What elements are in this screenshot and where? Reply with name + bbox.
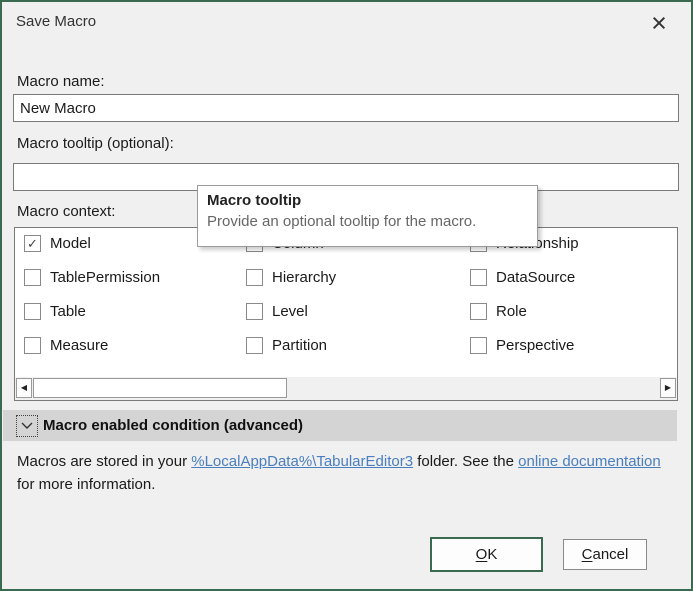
context-option-hierarchy[interactable]: Hierarchy bbox=[246, 269, 336, 286]
scrollbar-thumb[interactable] bbox=[33, 378, 287, 398]
ok-button[interactable]: OK bbox=[430, 537, 543, 572]
context-column-1: ✓ Model TablePermission Table Measure bbox=[24, 235, 160, 371]
expander-toggle-button[interactable] bbox=[16, 415, 38, 437]
chevron-down-icon bbox=[21, 422, 33, 429]
tooltip-popup-title: Macro tooltip bbox=[207, 192, 527, 209]
checkbox-unchecked[interactable] bbox=[246, 337, 263, 354]
close-icon: × bbox=[651, 10, 667, 37]
context-option-datasource[interactable]: DataSource bbox=[470, 269, 579, 286]
checkbox-label: DataSource bbox=[496, 269, 575, 286]
storage-note: Macros are stored in your %LocalAppData%… bbox=[17, 450, 673, 496]
close-button[interactable]: × bbox=[638, 5, 680, 41]
storage-note-text: for more information. bbox=[17, 476, 155, 493]
scroll-left-icon: ◀ bbox=[21, 384, 27, 392]
checkbox-unchecked[interactable] bbox=[470, 269, 487, 286]
checkbox-label: Role bbox=[496, 303, 527, 320]
macro-context-label: Macro context: bbox=[17, 203, 115, 220]
context-column-3: RelationshipDataSourceRolePerspective bbox=[470, 235, 579, 371]
macro-name-input[interactable] bbox=[13, 94, 679, 122]
macro-tooltip-label: Macro tooltip (optional): bbox=[17, 135, 174, 152]
context-column-2: ColumnHierarchyLevelPartition bbox=[246, 235, 336, 371]
macro-name-label: Macro name: bbox=[17, 73, 105, 90]
scroll-left-button[interactable]: ◀ bbox=[16, 378, 32, 398]
checkbox-unchecked[interactable] bbox=[246, 303, 263, 320]
context-option-perspective[interactable]: Perspective bbox=[470, 337, 579, 354]
online-documentation-link[interactable]: online documentation bbox=[518, 453, 661, 470]
checkbox-unchecked[interactable] bbox=[470, 337, 487, 354]
context-option-model[interactable]: ✓ Model bbox=[24, 235, 160, 252]
horizontal-scrollbar[interactable]: ◀ ▶ bbox=[15, 377, 677, 400]
advanced-condition-expander[interactable]: Macro enabled condition (advanced) bbox=[3, 410, 677, 441]
checkbox-label: Hierarchy bbox=[272, 269, 336, 286]
context-option-role[interactable]: Role bbox=[470, 303, 579, 320]
localappdata-link[interactable]: %LocalAppData%\TabularEditor3 bbox=[191, 453, 413, 470]
context-option-level[interactable]: Level bbox=[246, 303, 336, 320]
save-macro-dialog: Save Macro × Macro name: Macro tooltip (… bbox=[0, 0, 693, 591]
expander-label: Macro enabled condition (advanced) bbox=[43, 417, 303, 434]
context-option-measure[interactable]: Measure bbox=[24, 337, 160, 354]
checkbox-label: Perspective bbox=[496, 337, 574, 354]
checkbox-unchecked[interactable] bbox=[246, 269, 263, 286]
context-option-tablepermission[interactable]: TablePermission bbox=[24, 269, 160, 286]
checkbox-label: Table bbox=[50, 303, 86, 320]
checkbox-unchecked[interactable] bbox=[470, 303, 487, 320]
checkbox-unchecked[interactable] bbox=[24, 269, 41, 286]
macro-tooltip-popup: Macro tooltip Provide an optional toolti… bbox=[197, 185, 538, 247]
checkbox-label: TablePermission bbox=[50, 269, 160, 286]
checkbox-label: Measure bbox=[50, 337, 108, 354]
macro-context-listbox: ✓ModelTablePermissionTableMeasureColumnH… bbox=[14, 227, 678, 401]
checkbox-label: Partition bbox=[272, 337, 327, 354]
checkbox-checked-icon[interactable]: ✓ bbox=[24, 235, 41, 252]
context-option-table[interactable]: Table bbox=[24, 303, 160, 320]
checkbox-unchecked[interactable] bbox=[24, 337, 41, 354]
checkbox-label: Model bbox=[50, 235, 91, 252]
tooltip-popup-body: Provide an optional tooltip for the macr… bbox=[207, 213, 527, 230]
checkbox-unchecked[interactable] bbox=[24, 303, 41, 320]
dialog-title: Save Macro bbox=[16, 13, 96, 30]
storage-note-text: folder. See the bbox=[413, 453, 518, 470]
cancel-button[interactable]: Cancel bbox=[563, 539, 647, 570]
storage-note-text: Macros are stored in your bbox=[17, 453, 191, 470]
context-option-partition[interactable]: Partition bbox=[246, 337, 336, 354]
checkbox-label: Level bbox=[272, 303, 308, 320]
scroll-right-button[interactable]: ▶ bbox=[660, 378, 676, 398]
scroll-right-icon: ▶ bbox=[665, 384, 671, 392]
